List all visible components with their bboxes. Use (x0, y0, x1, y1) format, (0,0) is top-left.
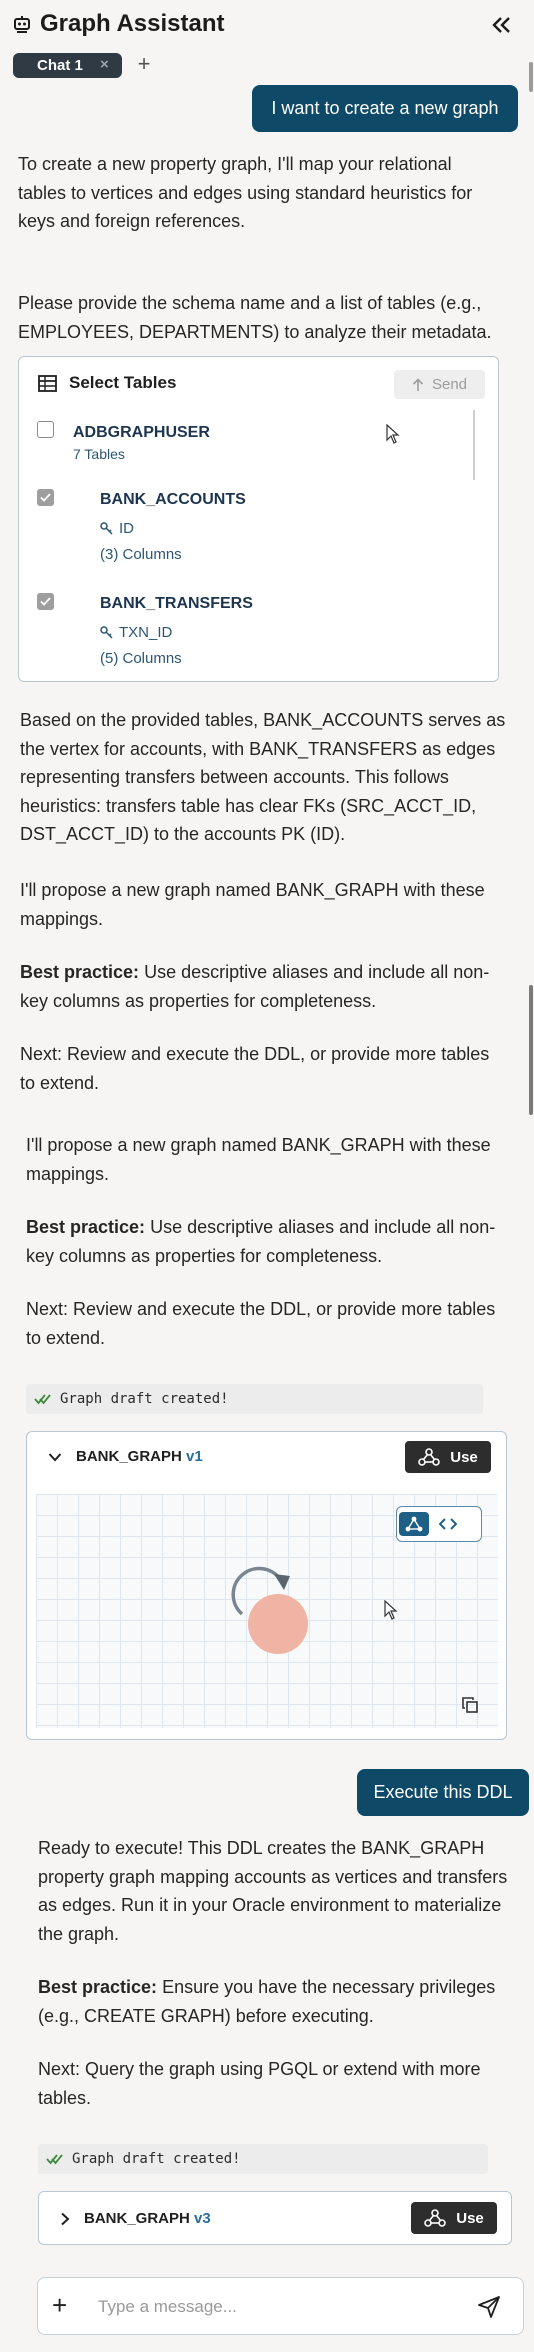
use-label: Use (456, 2209, 484, 2227)
view-toggle[interactable] (396, 1506, 482, 1542)
status-chip: Graph draft created! (26, 1384, 483, 1414)
list-scrollbar[interactable] (473, 410, 475, 480)
copy-icon[interactable] (462, 1697, 478, 1713)
collapse-panel-button[interactable] (490, 14, 512, 36)
scrollbar[interactable] (526, 60, 534, 2352)
send-label: Send (431, 376, 468, 393)
use-graph-button[interactable]: Use (405, 1441, 491, 1473)
scrollbar-thumb-secondary[interactable] (529, 985, 533, 1115)
table-checkbox[interactable] (37, 489, 54, 506)
assistant-paragraph: Next: Review and execute the DDL, or pro… (20, 1044, 490, 1093)
select-tables-header: Select Tables (38, 373, 176, 393)
app-title: Graph Assistant (12, 10, 225, 38)
status-text: Graph draft created! (72, 2151, 241, 2167)
primary-key: ID (100, 520, 134, 537)
assistant-paragraph: Please provide the schema name and a lis… (18, 293, 492, 342)
graph-node (248, 1594, 308, 1654)
chevron-down-icon[interactable] (48, 1452, 62, 1462)
schema-table-count: 7 Tables (73, 446, 125, 462)
use-graph-button[interactable]: Use (411, 2202, 497, 2234)
assistant-paragraph: Ready to execute! This DDL creates the B… (38, 1838, 508, 1944)
schema-checkbox[interactable] (37, 421, 54, 438)
columns-link[interactable]: (5) Columns (100, 650, 182, 667)
graph-drawing (231, 1566, 308, 1654)
double-chevron-left-icon (492, 17, 510, 33)
primary-key-name: TXN_ID (119, 624, 173, 641)
table-name[interactable]: BANK_TRANSFERS (100, 595, 253, 613)
status-chip: Graph draft created! (38, 2144, 488, 2174)
check-icon (40, 597, 51, 606)
assistant-paragraph: I'll propose a new graph named BANK_GRAP… (26, 1135, 491, 1184)
key-icon (100, 626, 113, 639)
table-name[interactable]: BANK_ACCOUNTS (100, 491, 246, 509)
edge-arrowhead (274, 1574, 290, 1590)
user-message-text: Execute this DDL (373, 1782, 513, 1802)
scrollbar-thumb[interactable] (529, 62, 533, 92)
schema-name[interactable]: ADBGRAPHUSER (73, 424, 210, 442)
assistant-paragraph: Next: Review and execute the DDL, or pro… (26, 1299, 496, 1348)
tab-label: Chat 1 (37, 57, 83, 74)
assistant-paragraph: Best practice: Ensure you have the neces… (38, 1973, 508, 2030)
graph-name: BANK_GRAPH (76, 1448, 182, 1465)
best-practice-label: Best practice: (26, 1217, 146, 1237)
mouse-cursor-icon (384, 1600, 398, 1620)
user-message: I want to create a new graph (252, 85, 518, 132)
app-title-text: Graph Assistant (40, 10, 225, 37)
graph-name: BANK_GRAPH (84, 2210, 190, 2227)
select-tables-title: Select Tables (69, 373, 177, 392)
add-tab-button[interactable]: + (133, 53, 155, 77)
use-label: Use (450, 1448, 478, 1466)
graph-view-button[interactable] (399, 1512, 429, 1536)
check-icon (40, 493, 51, 502)
graph-version: v3 (194, 2210, 211, 2227)
robot-icon (12, 14, 32, 34)
assistant-paragraph: I'll propose a new graph named BANK_GRAP… (20, 880, 485, 929)
message-composer: + (37, 2277, 524, 2335)
table-checkbox[interactable] (37, 593, 54, 610)
columns-link[interactable]: (3) Columns (100, 546, 182, 563)
graph-nodes-icon (418, 1448, 441, 1466)
key-icon (100, 522, 113, 535)
primary-key-name: ID (119, 520, 134, 537)
best-practice-label: Best practice: (20, 962, 140, 982)
graph-version: v1 (186, 1448, 203, 1465)
double-check-icon (34, 1393, 52, 1405)
graph-nodes-icon (405, 1516, 423, 1532)
code-view-button[interactable] (433, 1512, 463, 1536)
assistant-paragraph: Based on the provided tables, BANK_ACCOU… (20, 710, 506, 844)
assistant-paragraph: Best practice: Use descriptive aliases a… (26, 1213, 506, 1270)
status-text: Graph draft created! (60, 1391, 229, 1407)
user-message: Execute this DDL (357, 1769, 529, 1816)
graph-card-header[interactable]: BANK_GRAPH v3 (60, 2210, 211, 2227)
attach-button[interactable]: + (52, 2291, 67, 2319)
mouse-cursor-icon (386, 424, 400, 444)
tab-chat-1[interactable]: Chat 1 × (13, 53, 122, 78)
select-tables-card (18, 356, 499, 682)
send-tables-button[interactable]: Send (394, 370, 485, 399)
best-practice-label: Best practice: (38, 1977, 158, 1997)
send-message-button[interactable] (478, 2296, 500, 2318)
assistant-paragraph: Next: Query the graph using PGQL or exte… (38, 2059, 481, 2108)
graph-nodes-icon (424, 2209, 447, 2227)
close-icon[interactable]: × (100, 57, 112, 72)
table-icon (38, 374, 57, 392)
primary-key: TXN_ID (100, 624, 172, 641)
user-message-text: I want to create a new graph (271, 98, 499, 118)
chevron-right-icon[interactable] (60, 2212, 70, 2226)
message-input[interactable] (96, 2292, 460, 2322)
graph-card-header[interactable]: BANK_GRAPH v1 (48, 1448, 203, 1465)
paper-plane-icon (478, 2296, 500, 2318)
code-icon (439, 1518, 457, 1530)
double-check-icon (46, 2153, 64, 2165)
assistant-paragraph: Best practice: Use descriptive aliases a… (20, 958, 506, 1015)
arrow-up-icon (412, 377, 424, 392)
assistant-paragraph: To create a new property graph, I'll map… (18, 154, 473, 231)
